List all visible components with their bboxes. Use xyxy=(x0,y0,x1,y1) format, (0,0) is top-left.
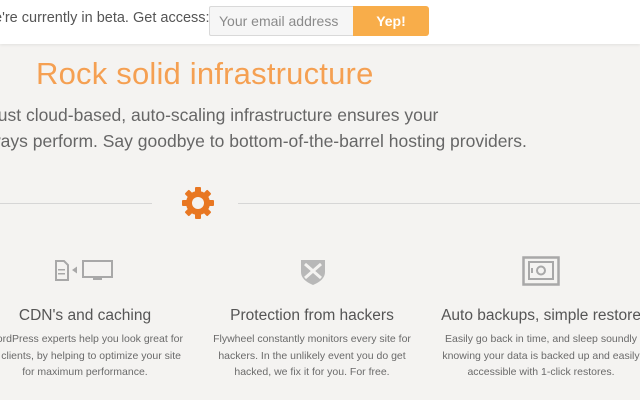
feature-description: Flywheel constantly monitors every site … xyxy=(207,331,417,381)
feature-description: WordPress experts help you look great fo… xyxy=(0,331,190,381)
feature-description-line: WordPress experts help you look great fo… xyxy=(0,333,183,345)
feature-title: Protection from hackers xyxy=(230,307,394,324)
feature-description-line: accessible with 1-click restores. xyxy=(467,366,615,378)
hero-description-line: bust cloud-based, auto-scaling infrastru… xyxy=(0,105,439,125)
feature-description-line: hackers. In the unlikely event you do ge… xyxy=(218,349,406,362)
hero-description: bust cloud-based, auto-scaling infrastru… xyxy=(0,102,640,154)
feature-description-line: hacked, we fix it for you. For free. xyxy=(234,366,390,378)
email-input[interactable] xyxy=(209,6,354,36)
feature-description-line: for maximum performance. xyxy=(22,366,148,378)
cdn-monitor-icon xyxy=(55,260,113,281)
yep-submit-button[interactable]: Yep! xyxy=(353,6,429,36)
divider-line-right xyxy=(238,203,640,204)
shield-icon xyxy=(301,260,325,285)
beta-access-text: e're currently in beta. Get access: xyxy=(0,10,210,26)
hero-description-line: ways perform. Say goodbye to bottom-of-t… xyxy=(0,131,527,151)
divider-line-left xyxy=(0,203,152,204)
gear-icon xyxy=(182,187,214,219)
feature-title: CDN's and caching xyxy=(18,307,152,324)
feature-description-line: Easily go back in time, and sleep soundl… xyxy=(444,333,638,345)
feature-description-line: knowing your data is backed up and easil… xyxy=(442,349,640,362)
feature-description: Easily go back in time, and sleep soundl… xyxy=(436,331,640,381)
safe-icon xyxy=(522,256,560,286)
feature-description-line: ur clients, by helping to optimize your … xyxy=(0,349,181,362)
feature-description-line: Flywheel constantly monitors every site … xyxy=(213,333,411,345)
beta-signup-bar: e're currently in beta. Get access: Yep! xyxy=(0,0,640,44)
hero-title: Rock solid infrastructure xyxy=(36,56,374,91)
feature-title: Auto backups, simple restore xyxy=(441,307,640,324)
